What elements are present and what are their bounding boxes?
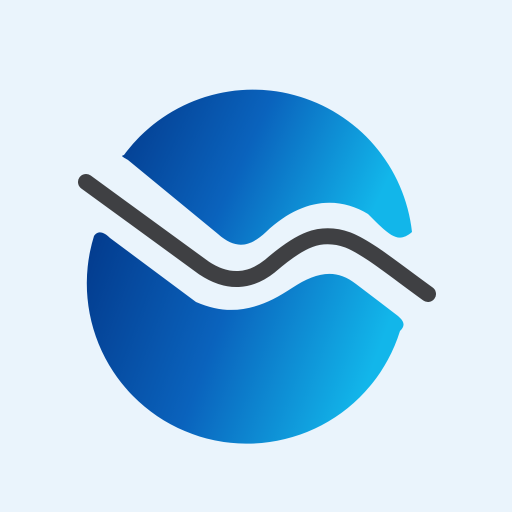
app-icon-canvas — [0, 0, 512, 512]
globe-lower-segment — [86, 232, 404, 444]
globe-upper-segment — [122, 89, 413, 245]
wave-globe-logo-icon — [78, 89, 436, 444]
